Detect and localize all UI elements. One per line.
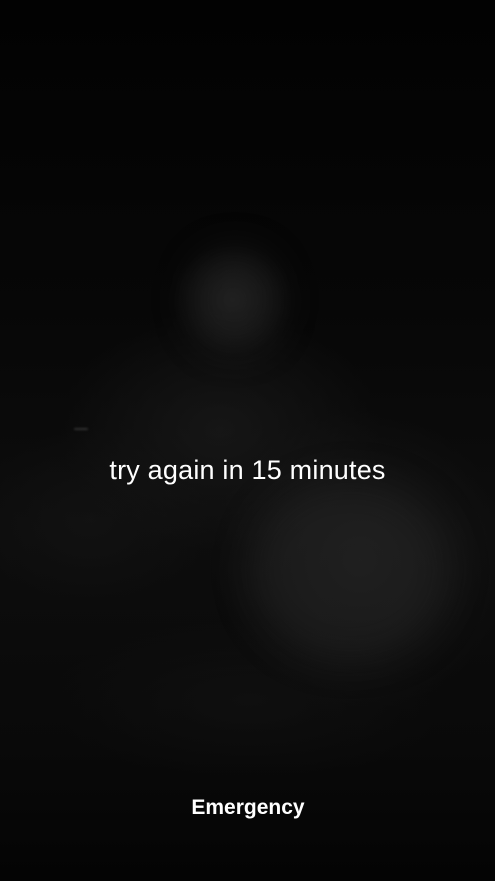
emergency-button[interactable]: Emergency bbox=[168, 790, 328, 826]
lock-screen: try again in 15 minutes Emergency bbox=[0, 0, 495, 881]
lockout-message: try again in 15 minutes bbox=[109, 455, 386, 485]
blurred-background-figure bbox=[190, 250, 280, 350]
background-light-streak bbox=[74, 428, 88, 430]
blurred-background-shape bbox=[250, 480, 450, 660]
